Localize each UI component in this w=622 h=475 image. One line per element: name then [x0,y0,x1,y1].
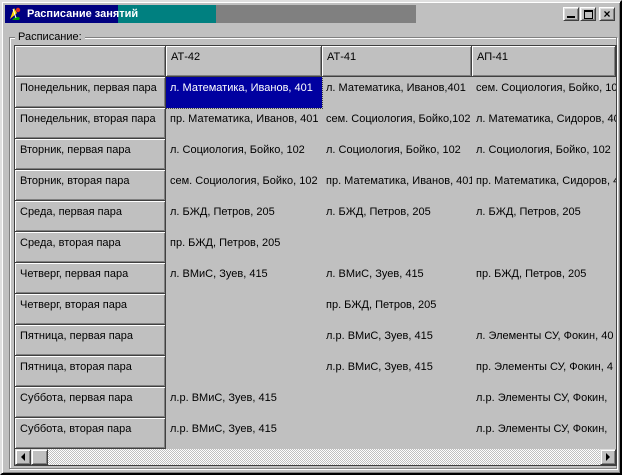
row-header: Понедельник, первая пара [15,77,166,108]
schedule-cell[interactable] [472,294,616,325]
grid-body: Понедельник, первая парал. Математика, И… [15,77,616,449]
row-header: Суббота, вторая пара [15,418,166,449]
schedule-cell[interactable]: сем. Социология, Бойко,102 [322,108,472,139]
schedule-cell[interactable]: л. БЖД, Петров, 205 [472,201,616,232]
schedule-cell[interactable]: пр. Математика, Иванов, 401 [166,108,322,139]
minimize-button[interactable] [563,7,579,21]
schedule-cell[interactable] [166,294,322,325]
titlebar[interactable]: Расписание занятий × [5,5,617,23]
column-header: АТ-41 [322,46,472,77]
minimize-icon [567,16,575,18]
schedule-cell[interactable]: л. Математика, Иванов, 401 [166,77,322,108]
table-row: Суббота, первая парал.р. ВМиС, Зуев, 415… [15,387,616,418]
table-row: Понедельник, вторая парапр. Математика, … [15,108,616,139]
schedule-cell[interactable]: л.р. Элементы СУ, Фокин, [472,387,616,418]
horizontal-scrollbar[interactable] [15,449,616,465]
schedule-cell[interactable]: л. Социология, Бойко, 102 [322,139,472,170]
app-window: Расписание занятий × Расписание: АТ-42АТ… [0,0,622,475]
app-icon[interactable] [7,6,23,22]
window-title: Расписание занятий [27,8,138,20]
schedule-cell[interactable]: л. Математика, Сидоров, 40 [472,108,616,139]
column-header: АП-41 [472,46,616,77]
schedule-cell[interactable]: пр. БЖД, Петров, 205 [166,232,322,263]
maximize-icon [584,10,593,19]
schedule-cell[interactable]: л. БЖД, Петров, 205 [322,201,472,232]
scroll-thumb[interactable] [31,449,48,465]
groupbox-label: Расписание: [15,31,85,44]
close-icon: × [603,9,610,19]
schedule-cell[interactable] [166,325,322,356]
schedule-cell[interactable] [322,418,472,449]
scroll-right-button[interactable] [600,449,616,465]
row-header: Среда, первая пара [15,201,166,232]
table-row: Среда, вторая парапр. БЖД, Петров, 205 [15,232,616,263]
schedule-cell[interactable] [472,232,616,263]
schedule-cell[interactable]: л.р. ВМиС, Зуев, 415 [322,325,472,356]
schedule-cell[interactable]: л.р. Элементы СУ, Фокин, [472,418,616,449]
table-row: Четверг, первая парал. ВМиС, Зуев, 415л.… [15,263,616,294]
schedule-cell[interactable]: л.р. ВМиС, Зуев, 415 [166,418,322,449]
table-row: Понедельник, первая парал. Математика, И… [15,77,616,108]
table-row: Среда, первая парал. БЖД, Петров, 205л. … [15,201,616,232]
schedule-grid: АТ-42АТ-41АП-41 Понедельник, первая пара… [14,45,617,466]
schedule-cell[interactable]: л.р. ВМиС, Зуев, 415 [166,387,322,418]
table-row: Четверг, вторая пара пр. БЖД, Петров, 205 [15,294,616,325]
table-row: Суббота, вторая парал.р. ВМиС, Зуев, 415… [15,418,616,449]
schedule-cell[interactable] [166,356,322,387]
schedule-cell[interactable]: пр. Математика, Иванов, 401 [322,170,472,201]
schedule-cell[interactable]: л. Социология, Бойко, 102 [166,139,322,170]
schedule-cell[interactable]: л. ВМиС, Зуев, 415 [166,263,322,294]
row-header: Понедельник, вторая пара [15,108,166,139]
table-row: Пятница, первая пара л.р. ВМиС, Зуев, 415… [15,325,616,356]
schedule-cell[interactable]: пр. Математика, Сидоров, 4 [472,170,616,201]
scroll-right-icon [606,453,610,461]
schedule-cell[interactable]: л. Социология, Бойко, 102 [472,139,616,170]
maximize-button[interactable] [580,7,596,21]
schedule-cell[interactable]: л. Математика, Иванов,401 [322,77,472,108]
scroll-left-button[interactable] [15,449,31,465]
table-row: Вторник, первая парал. Социология, Бойко… [15,139,616,170]
grid-corner-cell [15,46,166,77]
schedule-cell[interactable] [322,232,472,263]
row-header: Четверг, первая пара [15,263,166,294]
schedule-cell[interactable]: пр. БЖД, Петров, 205 [472,263,616,294]
schedule-cell[interactable]: сем. Социология, Бойко, 102 [166,170,322,201]
row-header: Суббота, первая пара [15,387,166,418]
grid-header-row: АТ-42АТ-41АП-41 [15,46,616,77]
schedule-cell[interactable]: пр. БЖД, Петров, 205 [322,294,472,325]
window-controls: × [563,7,615,21]
schedule-cell[interactable]: сем. Социология, Бойко, 102 [472,77,616,108]
row-header: Вторник, вторая пара [15,170,166,201]
row-header: Пятница, вторая пара [15,356,166,387]
schedule-cell[interactable]: л.р. ВМиС, Зуев, 415 [322,356,472,387]
column-header: АТ-42 [166,46,322,77]
schedule-cell[interactable]: л. ВМиС, Зуев, 415 [322,263,472,294]
row-header: Среда, вторая пара [15,232,166,263]
schedule-groupbox: Расписание: АТ-42АТ-41АП-41 Понедельник,… [9,37,617,469]
scroll-left-icon [21,453,25,461]
table-row: Пятница, вторая пара л.р. ВМиС, Зуев, 415… [15,356,616,387]
row-header: Пятница, первая пара [15,325,166,356]
schedule-cell[interactable]: пр. Элементы СУ, Фокин, 4 [472,356,616,387]
schedule-cell[interactable]: л. БЖД, Петров, 205 [166,201,322,232]
table-row: Вторник, вторая парасем. Социология, Бой… [15,170,616,201]
schedule-cell[interactable]: л. Элементы СУ, Фокин, 40 [472,325,616,356]
row-header: Четверг, вторая пара [15,294,166,325]
schedule-cell[interactable] [322,387,472,418]
row-header: Вторник, первая пара [15,139,166,170]
close-button[interactable]: × [599,7,615,21]
scroll-track[interactable] [48,449,600,465]
